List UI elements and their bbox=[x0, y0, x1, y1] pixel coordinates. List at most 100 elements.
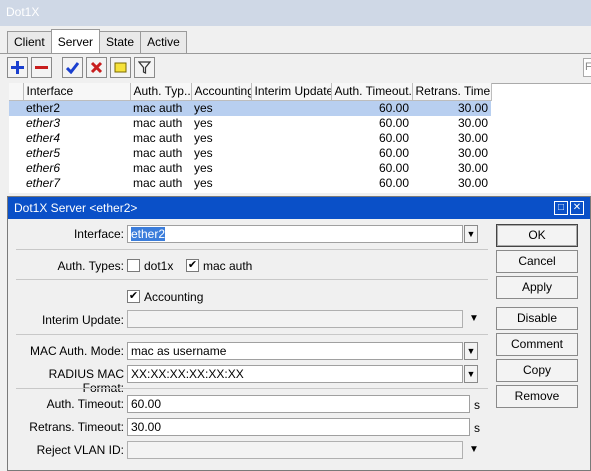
column-header-auth-timeout[interactable]: Auth. Timeout... bbox=[331, 83, 413, 101]
auth-timeout-input[interactable]: 60.00 bbox=[127, 395, 470, 413]
tab-active[interactable]: Active bbox=[140, 31, 187, 53]
column-header-auth-types[interactable]: Auth. Typ... bbox=[130, 83, 192, 101]
table-header: Interface Auth. Typ... Accounting Interi… bbox=[9, 83, 492, 101]
tab-server[interactable]: Server bbox=[50, 29, 101, 53]
interim-update-input[interactable] bbox=[127, 310, 463, 328]
close-icon: ✕ bbox=[572, 202, 582, 213]
cell-auth-types: mac auth bbox=[133, 130, 183, 145]
cell-interface: ether6 bbox=[26, 160, 61, 175]
comment-button[interactable] bbox=[110, 57, 131, 78]
row-marker bbox=[9, 100, 23, 116]
cell-accounting: yes bbox=[194, 175, 213, 190]
funnel-icon bbox=[135, 58, 154, 77]
reject-vlan-id-input[interactable] bbox=[127, 441, 463, 459]
dialog-title: Dot1X Server <ether2> bbox=[14, 201, 138, 215]
auth-timeout-label: Auth. Timeout: bbox=[46, 397, 124, 411]
divider bbox=[16, 388, 488, 389]
window-title-bar: Dot1X bbox=[0, 0, 591, 26]
cell-auth-timeout: 60.00 bbox=[378, 175, 409, 190]
cell-retrans-timeout: 30.00 bbox=[457, 130, 488, 145]
interim-update-expand-button[interactable]: ▼ bbox=[467, 310, 481, 328]
cancel-button[interactable]: Cancel bbox=[496, 250, 578, 273]
checkmark-icon: ✔ bbox=[187, 259, 198, 271]
interface-dropdown-button[interactable]: ▼ bbox=[464, 225, 478, 243]
dot1x-server-dialog: Dot1X Server <ether2> □ ✕ Interface: eth… bbox=[7, 196, 591, 471]
mac-auth-mode-dropdown-button[interactable]: ▼ bbox=[464, 342, 478, 360]
ok-button[interactable]: OK bbox=[496, 224, 578, 247]
auth-timeout-unit: s bbox=[474, 398, 480, 412]
dot1x-checkbox[interactable] bbox=[127, 259, 140, 272]
enable-button[interactable] bbox=[62, 57, 83, 78]
table-row[interactable]: ether2 mac auth yes 60.00 30.00 bbox=[9, 100, 491, 116]
toolbar bbox=[7, 57, 155, 79]
table-row[interactable]: ether5 mac auth yes 60.00 30.00 bbox=[9, 146, 491, 161]
divider bbox=[16, 249, 488, 250]
interface-select[interactable]: ether2 bbox=[127, 225, 463, 243]
table-row[interactable]: ether7 mac auth yes 60.00 30.00 bbox=[9, 176, 491, 191]
cell-interface: ether2 bbox=[23, 100, 130, 116]
accounting-label: Accounting bbox=[144, 290, 204, 304]
remove-button[interactable] bbox=[31, 57, 52, 78]
interface-label: Interface: bbox=[73, 227, 124, 241]
chevron-down-icon: ▼ bbox=[466, 369, 476, 379]
cell-interim-update bbox=[251, 146, 331, 161]
chevron-down-icon: ▼ bbox=[466, 229, 476, 239]
maximize-button[interactable]: □ bbox=[554, 201, 568, 215]
interface-value: ether2 bbox=[131, 227, 166, 241]
cell-accounting: yes bbox=[194, 160, 213, 175]
tab-client[interactable]: Client bbox=[7, 31, 52, 53]
copy-button[interactable]: Copy bbox=[496, 359, 578, 382]
retrans-timeout-input[interactable]: 30.00 bbox=[127, 418, 470, 436]
cell-retrans-timeout: 30.00 bbox=[457, 115, 488, 130]
cell-retrans-timeout: 30.00 bbox=[412, 100, 491, 116]
close-button[interactable]: ✕ bbox=[570, 201, 584, 215]
remove-button[interactable]: Remove bbox=[496, 385, 578, 408]
mac-auth-mode-label: MAC Auth. Mode: bbox=[29, 344, 124, 358]
table-row[interactable]: ether4 mac auth yes 60.00 30.00 bbox=[9, 131, 491, 146]
mac-auth-checkbox[interactable]: ✔ bbox=[186, 259, 199, 272]
divider bbox=[16, 334, 488, 335]
cell-retrans-timeout: 30.00 bbox=[457, 160, 488, 175]
accounting-checkbox[interactable]: ✔ bbox=[127, 290, 140, 303]
row-marker bbox=[9, 131, 23, 146]
column-header-retrans-timeout[interactable]: Retrans. Time... bbox=[412, 83, 492, 101]
cell-interim-update bbox=[251, 176, 331, 191]
add-button[interactable] bbox=[7, 57, 28, 78]
cell-interim-update bbox=[251, 131, 331, 146]
filter-button[interactable] bbox=[134, 57, 155, 78]
disable-button[interactable]: Disable bbox=[496, 307, 578, 330]
radius-mac-format-dropdown-button[interactable]: ▼ bbox=[464, 365, 478, 383]
column-header-marker bbox=[9, 83, 24, 101]
cell-auth-types: mac auth bbox=[133, 160, 183, 175]
apply-button[interactable]: Apply bbox=[496, 276, 578, 299]
find-input[interactable]: F bbox=[583, 58, 591, 77]
disable-button[interactable] bbox=[86, 57, 107, 78]
column-header-interface[interactable]: Interface bbox=[23, 83, 131, 101]
note-icon bbox=[111, 58, 130, 77]
cell-interface: ether7 bbox=[26, 175, 61, 190]
reject-vlan-id-label: Reject VLAN ID: bbox=[36, 443, 124, 457]
dot1x-label: dot1x bbox=[144, 259, 174, 273]
reject-vlan-id-expand-button[interactable]: ▼ bbox=[467, 441, 481, 459]
retrans-timeout-unit: s bbox=[474, 421, 480, 435]
interfaces-table: Interface Auth. Typ... Accounting Interi… bbox=[9, 83, 492, 191]
tab-bar: Client Server State Active bbox=[7, 29, 187, 53]
checkmark-icon bbox=[63, 58, 82, 77]
column-header-interim-update[interactable]: Interim Update bbox=[251, 83, 332, 101]
dialog-title-bar: Dot1X Server <ether2> □ ✕ bbox=[8, 197, 590, 219]
cell-interface: ether4 bbox=[26, 130, 61, 145]
cell-accounting: yes bbox=[194, 130, 213, 145]
table-row[interactable]: ether6 mac auth yes 60.00 30.00 bbox=[9, 161, 491, 176]
tab-state[interactable]: State bbox=[99, 31, 142, 53]
column-header-accounting[interactable]: Accounting bbox=[191, 83, 252, 101]
cell-retrans-timeout: 30.00 bbox=[457, 145, 488, 160]
cell-auth-timeout: 60.00 bbox=[331, 100, 412, 116]
table-row[interactable]: ether3 mac auth yes 60.00 30.00 bbox=[9, 116, 491, 131]
cell-auth-timeout: 60.00 bbox=[378, 160, 409, 175]
radius-mac-format-select[interactable]: XX:XX:XX:XX:XX:XX bbox=[127, 365, 463, 383]
checkmark-icon: ✔ bbox=[128, 290, 139, 302]
cell-accounting: yes bbox=[194, 145, 213, 160]
comment-button[interactable]: Comment bbox=[496, 333, 578, 356]
row-marker bbox=[9, 161, 23, 176]
mac-auth-mode-select[interactable]: mac as username bbox=[127, 342, 463, 360]
